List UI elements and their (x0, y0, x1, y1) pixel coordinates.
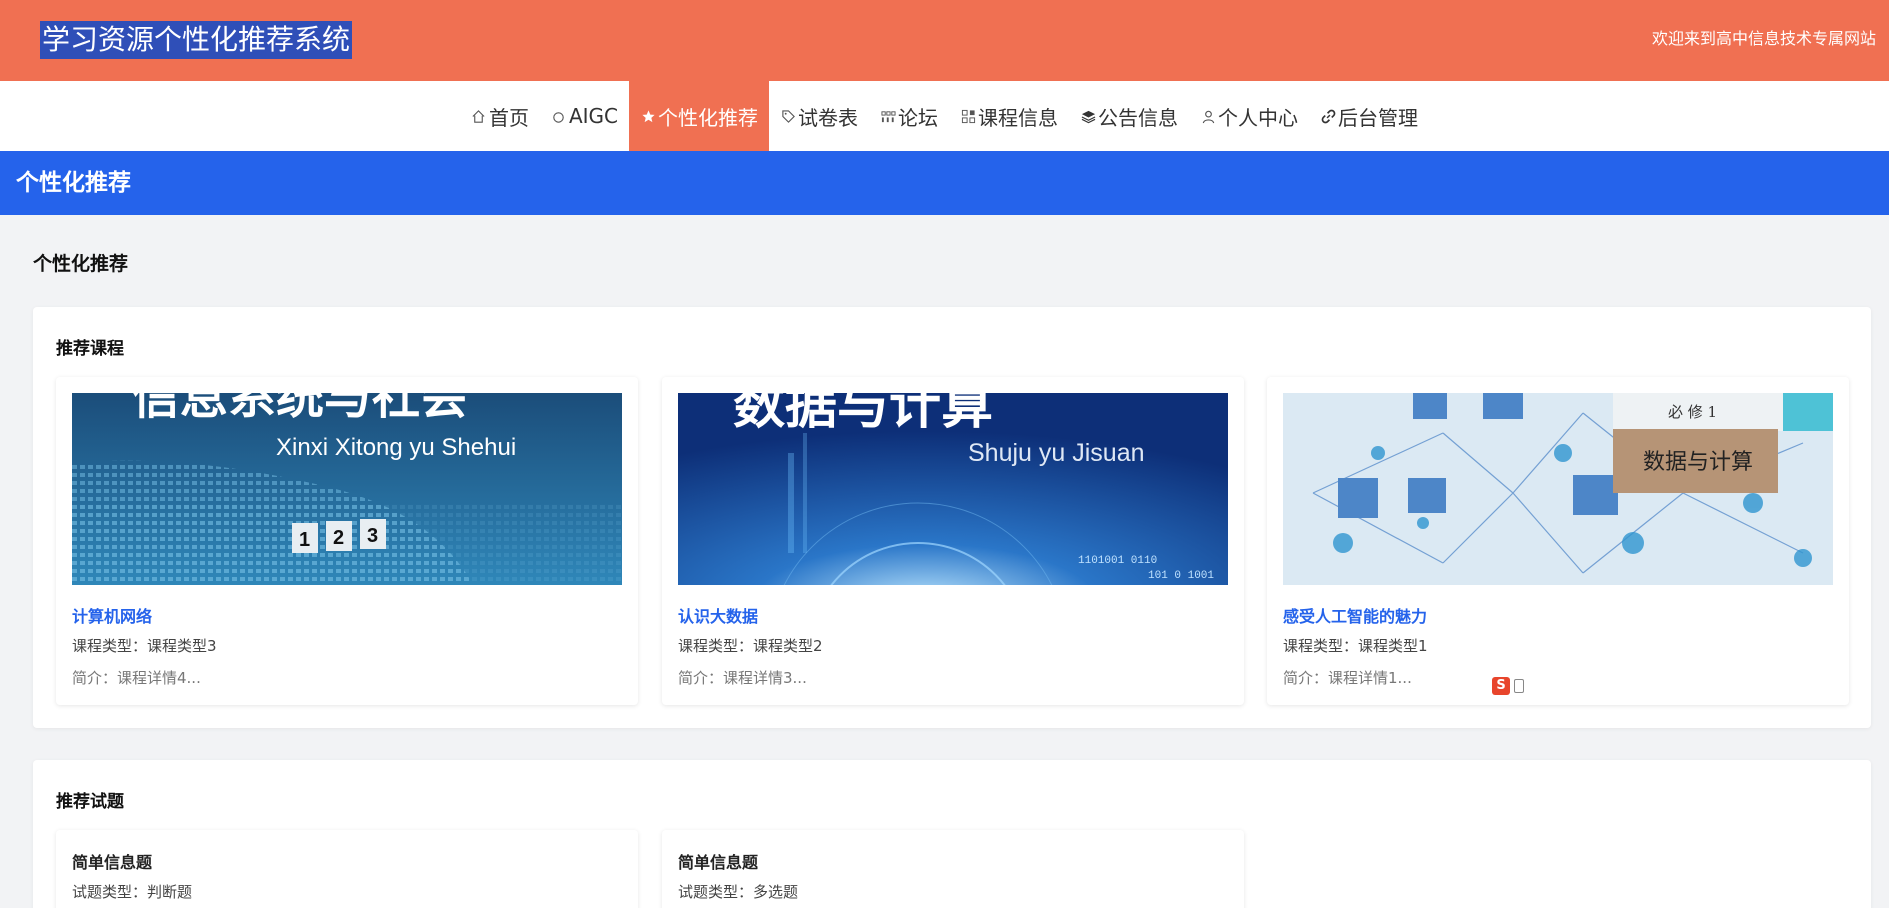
course-name-link[interactable]: 认识大数据 (678, 603, 758, 627)
question-card[interactable]: 简单信息题 试题类型：判断题 (56, 830, 638, 908)
cover-pinyin: Shuju yu Jisuan (968, 439, 1145, 467)
section-heading: 个性化推荐 (33, 253, 129, 275)
course-description: 简介：课程详情3... (678, 669, 807, 687)
nav-item-label: 课程信息 (978, 105, 1059, 130)
nav-item-forum[interactable]: 论坛 (869, 81, 949, 151)
tag-icon (780, 108, 796, 124)
svg-text:2: 2 (333, 527, 344, 549)
cover-subtitle: 数据与计算 (1643, 450, 1753, 475)
nav-item-label: 公告信息 (1098, 105, 1179, 130)
question-type: 试题类型：判断题 (72, 883, 193, 901)
question-type: 试题类型：多选题 (678, 883, 799, 901)
link-icon (1320, 108, 1336, 124)
nav-item-recommend[interactable]: 个性化推荐 (629, 81, 770, 151)
nav-item-courses[interactable]: 课程信息 (949, 81, 1069, 151)
grid-icon (880, 108, 896, 124)
layers-icon (1080, 108, 1096, 124)
page-header: 个性化推荐 (0, 151, 1889, 215)
svg-text:1: 1 (299, 529, 310, 551)
sogou-ime-icon: S (1492, 677, 1510, 695)
course-cover-image: 信息系统与社会 Xinxi Xitong yu Shehui 1 2 3 (72, 393, 622, 585)
main-nav: 首页 AIGC 个性化推荐 试卷表 论坛 课程信息 公告信息 个人中心 后台管理 (0, 81, 1889, 151)
cover-pinyin: Xinxi Xitong yu Shehui (276, 434, 516, 461)
question-name: 简单信息题 (72, 853, 153, 872)
nav-item-label: 首页 (488, 105, 529, 130)
course-cover-image: 数据与计算 Shuju yu Jisuan 1101001 0110 101 0… (678, 393, 1228, 585)
svg-text:1101001 0110: 1101001 0110 (1078, 555, 1157, 567)
nav-item-label: 个性化推荐 (658, 105, 759, 130)
home-icon (471, 108, 487, 124)
course-cover-image: 必 修 1 数据与计算 (1283, 393, 1833, 585)
top-banner: 学习资源个性化推荐系统 欢迎来到高中信息技术专属网站 (0, 0, 1889, 81)
nav-item-label: AIGC (568, 104, 619, 128)
nav-item-home[interactable]: 首页 (460, 81, 540, 151)
course-name-link[interactable]: 计算机网络 (72, 603, 152, 627)
welcome-text: 欢迎来到高中信息技术专属网站 (1651, 29, 1876, 48)
course-type: 课程类型：课程类型2 (678, 637, 823, 655)
user-icon (1200, 108, 1216, 124)
course-name-link[interactable]: 感受人工智能的魅力 (1283, 603, 1427, 627)
svg-text:101 0 1001: 101 0 1001 (1148, 570, 1214, 582)
nav-item-label: 试卷表 (798, 105, 859, 130)
course-card[interactable]: 信息系统与社会 Xinxi Xitong yu Shehui 1 2 3 计算机… (56, 377, 638, 705)
nav-item-notices[interactable]: 公告信息 (1069, 81, 1189, 151)
recommended-questions-title: 推荐试题 (56, 792, 124, 812)
ime-toolbar[interactable]: S (1490, 675, 1536, 697)
cover-headline: 数据与计算 (733, 393, 993, 435)
apps-icon (960, 108, 976, 124)
course-type: 课程类型：课程类型3 (72, 637, 217, 655)
course-card[interactable]: 必 修 1 数据与计算 感受人工智能的魅力 课程类型：课程类型1 简介：课程详情… (1267, 377, 1849, 705)
question-card[interactable]: 简单信息题 试题类型：多选题 (662, 830, 1244, 908)
course-card[interactable]: 数据与计算 Shuju yu Jisuan 1101001 0110 101 0… (662, 377, 1244, 705)
nav-item-aigc[interactable]: AIGC (540, 81, 629, 151)
nav-item-papers[interactable]: 试卷表 (769, 81, 869, 151)
course-type: 课程类型：课程类型1 (1283, 637, 1428, 655)
course-description: 简介：课程详情1... (1283, 669, 1412, 687)
course-description: 简介：课程详情4... (72, 669, 201, 687)
star-icon (640, 108, 656, 124)
page-title: 个性化推荐 (16, 170, 131, 196)
recommended-courses-title: 推荐课程 (56, 339, 124, 359)
circle-icon (551, 108, 567, 124)
cover-headline: 必 修 1 (1668, 403, 1717, 421)
nav-item-profile[interactable]: 个人中心 (1189, 81, 1309, 151)
nav-item-label: 个人中心 (1218, 105, 1299, 130)
nav-item-admin[interactable]: 后台管理 (1309, 81, 1429, 151)
nav-item-label: 后台管理 (1338, 105, 1419, 130)
svg-text:3: 3 (367, 525, 378, 547)
recommended-questions-panel: 推荐试题 简单信息题 试题类型：判断题 简单信息题 试题类型：多选题 (33, 760, 1871, 908)
question-name: 简单信息题 (678, 853, 759, 872)
cover-headline: 信息系统与社会 (132, 393, 468, 424)
nav-item-label: 论坛 (898, 105, 939, 130)
ime-menu-icon (1514, 679, 1524, 693)
recommended-courses-panel: 推荐课程 信息系统与社会 Xinxi Xitong yu Shehui 1 2 … (33, 307, 1871, 728)
site-title: 学习资源个性化推荐系统 (40, 21, 353, 59)
